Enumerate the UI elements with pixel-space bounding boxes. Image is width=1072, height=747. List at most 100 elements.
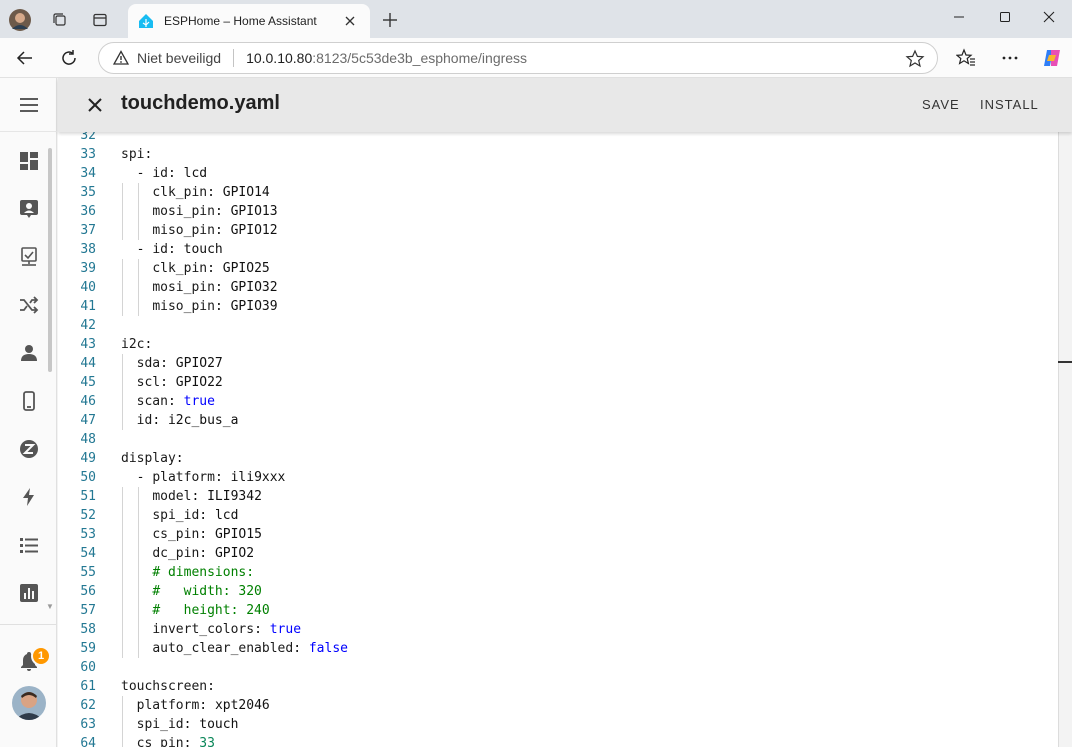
maximize-icon[interactable] <box>982 0 1028 34</box>
code-line[interactable]: 45 scl: GPIO22 <box>58 373 1058 392</box>
code-line[interactable]: 60 <box>58 658 1058 677</box>
code-line[interactable]: 47 id: i2c_bus_a <box>58 411 1058 430</box>
code-line[interactable]: 57 # height: 240 <box>58 601 1058 620</box>
code-line[interactable]: 39 clk_pin: GPIO25 <box>58 259 1058 278</box>
code-line[interactable]: 42 <box>58 316 1058 335</box>
line-number: 53 <box>80 527 96 542</box>
zwave-icon[interactable] <box>14 434 44 464</box>
code-line[interactable]: 48 <box>58 430 1058 449</box>
code-line[interactable]: 32 <box>58 132 1058 145</box>
code-line[interactable]: 36 mosi_pin: GPIO13 <box>58 202 1058 221</box>
code-line[interactable]: 35 clk_pin: GPIO14 <box>58 183 1058 202</box>
scroll-down-icon[interactable]: ▼ <box>46 602 54 611</box>
code-line[interactable]: 38 - id: touch <box>58 240 1058 259</box>
code-line[interactable]: 62 platform: xpt2046 <box>58 696 1058 715</box>
code-line[interactable]: 44 sda: GPIO27 <box>58 354 1058 373</box>
back-icon[interactable] <box>9 42 41 74</box>
list-icon[interactable] <box>14 530 44 560</box>
code-line[interactable]: 56 # width: 320 <box>58 582 1058 601</box>
install-button[interactable]: INSTALL <box>980 97 1039 112</box>
code-line[interactable]: 33 spi: <box>58 145 1058 164</box>
code-text: i2c: <box>121 337 153 352</box>
code-line[interactable]: 53 cs_pin: GPIO15 <box>58 525 1058 544</box>
energy-icon[interactable] <box>14 482 44 512</box>
editor-scrollbar[interactable] <box>1058 132 1072 747</box>
tab-esphome[interactable]: ESPHome – Home Assistant <box>128 4 370 38</box>
code-line[interactable]: 43 i2c: <box>58 335 1058 354</box>
code-editor[interactable]: 32 33 spi: 34 - id: lcd 35 clk_pin: GPIO14 36… <box>58 132 1058 747</box>
code-line[interactable]: 41 miso_pin: GPIO39 <box>58 297 1058 316</box>
line-number: 46 <box>80 394 96 409</box>
line-number: 56 <box>80 584 96 599</box>
line-number: 33 <box>80 147 96 162</box>
code-line[interactable]: 64 cs_pin: 33 <box>58 734 1058 747</box>
favorites-icon[interactable] <box>950 42 982 74</box>
menu-icon[interactable] <box>0 78 57 132</box>
code-line[interactable]: 40 mosi_pin: GPIO32 <box>58 278 1058 297</box>
code-line[interactable]: 54 dc_pin: GPIO2 <box>58 544 1058 563</box>
tab-actions-icon[interactable] <box>86 7 114 33</box>
favorite-star-icon[interactable] <box>905 49 925 69</box>
workspaces-icon[interactable] <box>46 7 74 33</box>
code-line[interactable]: 55 # dimensions: <box>58 563 1058 582</box>
code-line[interactable]: 58 invert_colors: true <box>58 620 1058 639</box>
automation-icon[interactable] <box>14 290 44 320</box>
code-line[interactable]: 61 touchscreen: <box>58 677 1058 696</box>
not-secure-label[interactable]: Niet beveiligd <box>137 50 221 66</box>
user-avatar[interactable] <box>12 686 46 720</box>
profile-avatar[interactable] <box>6 7 34 33</box>
indent-guide <box>122 183 123 240</box>
code-line[interactable]: 63 spi_id: touch <box>58 715 1058 734</box>
history-icon[interactable] <box>14 578 44 608</box>
code-text: spi_id: touch <box>136 717 239 732</box>
scroll-position-marker <box>1058 361 1072 363</box>
line-number: 62 <box>80 698 96 713</box>
copilot-icon[interactable] <box>1036 42 1068 74</box>
reload-icon[interactable] <box>53 42 85 74</box>
line-number: 48 <box>80 432 96 447</box>
line-number: 38 <box>80 242 96 257</box>
code-line[interactable]: 52 spi_id: lcd <box>58 506 1058 525</box>
save-button[interactable]: SAVE <box>922 97 960 112</box>
code-line[interactable]: 50 - platform: ili9xxx <box>58 468 1058 487</box>
more-options-icon[interactable] <box>994 42 1026 74</box>
code-text: mosi_pin: GPIO13 <box>152 204 278 219</box>
mobile-icon[interactable] <box>14 386 44 416</box>
close-editor-icon[interactable] <box>82 92 108 118</box>
url-path: :8123/5c53de3b_esphome/ingress <box>312 50 528 66</box>
person-icon[interactable] <box>14 338 44 368</box>
url-host: 10.0.10.80 <box>246 50 313 66</box>
code-text: # dimensions: <box>152 565 255 580</box>
code-text: clk_pin: GPIO25 <box>152 261 270 276</box>
code-text: mosi_pin: GPIO32 <box>152 280 278 295</box>
map-icon[interactable] <box>14 194 44 224</box>
code-line[interactable]: 51 model: ILI9342 <box>58 487 1058 506</box>
code-line[interactable]: 34 - id: lcd <box>58 164 1058 183</box>
line-number: 57 <box>80 603 96 618</box>
editor-header: touchdemo.yaml SAVE INSTALL <box>58 78 1072 132</box>
new-tab-button[interactable] <box>378 8 402 32</box>
indent-guide <box>137 183 139 240</box>
overview-icon[interactable] <box>14 146 44 176</box>
code-text: scl: GPIO22 <box>136 375 223 390</box>
close-window-icon[interactable] <box>1026 0 1072 34</box>
line-number: 45 <box>80 375 96 390</box>
home-assistant-icon <box>139 14 153 28</box>
code-text: spi: <box>121 147 153 162</box>
sidebar-scrollbar[interactable] <box>48 148 52 372</box>
line-number: 52 <box>80 508 96 523</box>
code-line[interactable]: 46 scan: true <box>58 392 1058 411</box>
line-number: 44 <box>80 356 96 371</box>
address-bar[interactable]: Niet beveiligd 10.0.10.80:8123/5c53de3b_… <box>98 42 938 74</box>
line-number: 55 <box>80 565 96 580</box>
logbook-icon[interactable] <box>14 242 44 272</box>
code-line[interactable]: 59 auto_clear_enabled: false <box>58 639 1058 658</box>
code-text: miso_pin: GPIO39 <box>152 299 278 314</box>
close-tab-icon[interactable] <box>340 11 360 31</box>
code-line[interactable]: 37 miso_pin: GPIO12 <box>58 221 1058 240</box>
code-line[interactable]: 49 display: <box>58 449 1058 468</box>
minimize-icon[interactable] <box>936 0 982 34</box>
line-number: 43 <box>80 337 96 352</box>
warning-icon[interactable] <box>113 50 129 66</box>
line-number: 58 <box>80 622 96 637</box>
